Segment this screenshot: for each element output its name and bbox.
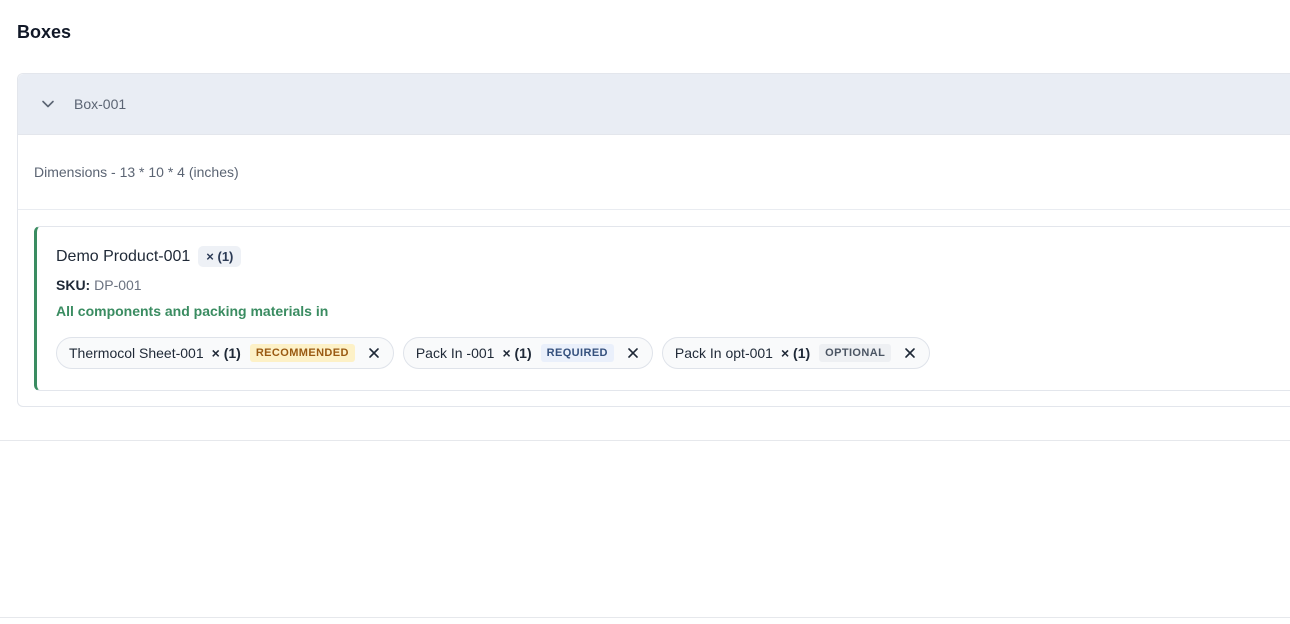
- box-card: Box-001 Dimensions - 13 * 10 * 4 (inches…: [17, 73, 1290, 407]
- box-header-toggle[interactable]: Box-001: [18, 74, 1290, 135]
- packing-status: All components and packing materials in: [56, 303, 329, 319]
- close-icon[interactable]: [903, 346, 917, 360]
- page: Boxes Box-001 Dimensions - 13 * 10 * 4 (…: [0, 0, 1290, 624]
- box-name: Box-001: [74, 96, 127, 112]
- close-icon[interactable]: [626, 346, 640, 360]
- component-qty: × (1): [780, 345, 811, 361]
- component-chips: Thermocol Sheet-001 × (1) RECOMMENDED Pa…: [56, 337, 931, 369]
- recommended-tag: RECOMMENDED: [249, 344, 355, 362]
- sku-value: DP-001: [94, 277, 142, 293]
- sku-row: SKU: DP-001: [56, 277, 142, 293]
- product-qty-badge: × (1): [198, 246, 242, 267]
- component-chip-pack-in-opt[interactable]: Pack In opt-001 × (1) OPTIONAL: [661, 337, 931, 369]
- component-qty: × (1): [211, 345, 241, 361]
- component-name: Pack In opt-001: [674, 345, 773, 361]
- product-title-row: Demo Product-001 × (1): [56, 246, 242, 267]
- optional-tag: OPTIONAL: [819, 344, 892, 362]
- box-dimensions: Dimensions - 13 * 10 * 4 (inches): [34, 163, 239, 180]
- component-qty: × (1): [502, 345, 532, 361]
- product-card: Demo Product-001 × (1) SKU: DP-001 All c…: [34, 226, 1290, 391]
- dimensions-row: Dimensions - 13 * 10 * 4 (inches): [18, 134, 1290, 210]
- close-icon[interactable]: [367, 346, 381, 360]
- product-name: Demo Product-001: [56, 247, 191, 265]
- component-chip-thermocol-sheet[interactable]: Thermocol Sheet-001 × (1) RECOMMENDED: [56, 337, 394, 369]
- required-tag: REQUIRED: [540, 344, 614, 362]
- component-chip-pack-in[interactable]: Pack In -001 × (1) REQUIRED: [402, 337, 653, 369]
- section-divider: [0, 440, 1290, 441]
- sku-label: SKU:: [56, 277, 91, 293]
- chevron-down-icon[interactable]: [40, 96, 56, 112]
- component-name: Thermocol Sheet-001: [69, 345, 204, 361]
- footer-divider: [0, 617, 1290, 618]
- section-title: Boxes: [17, 22, 72, 42]
- component-name: Pack In -001: [415, 345, 495, 361]
